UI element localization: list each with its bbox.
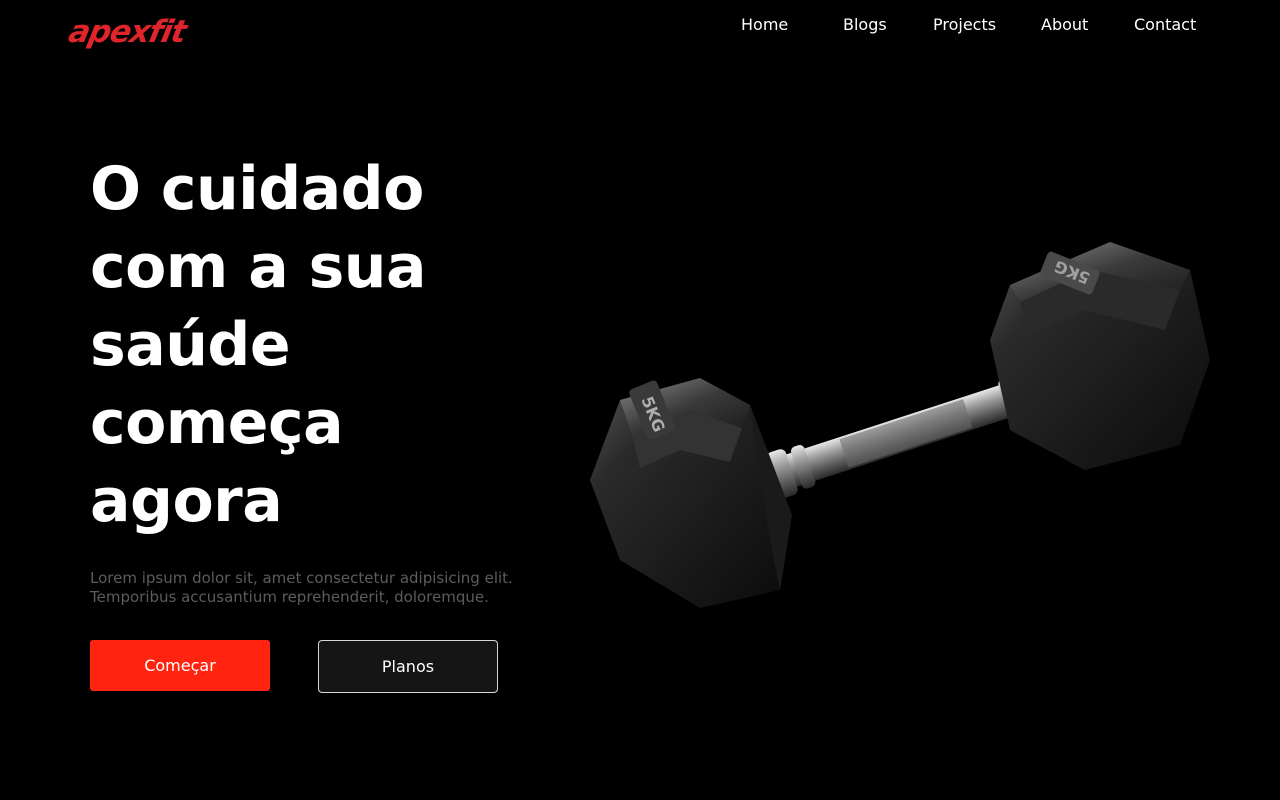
hero-subtitle-line1: Lorem ipsum dolor sit, amet consectetur … xyxy=(90,569,513,587)
nav-contact-link[interactable]: Contact xyxy=(1134,15,1196,35)
landing-page: apexfit Home Blogs Projects About Contac… xyxy=(0,0,1280,800)
nav-home-link[interactable]: Home xyxy=(741,15,788,35)
nav-blogs-link[interactable]: Blogs xyxy=(843,15,887,35)
nav-projects-link[interactable]: Projects xyxy=(933,15,996,35)
hero-subtitle-line2: Temporibus accusantium reprehenderit, do… xyxy=(90,588,489,606)
start-button[interactable]: Começar xyxy=(90,640,270,691)
dumbbell-image: 5KG 5KG xyxy=(580,230,1230,620)
hero-subtitle: Lorem ipsum dolor sit, amet consectetur … xyxy=(90,569,570,607)
nav-about-link[interactable]: About xyxy=(1041,15,1088,35)
plans-button[interactable]: Planos xyxy=(318,640,498,693)
hero-title: O cuidado com a sua saúde começa agora xyxy=(90,154,427,536)
main-nav: Home Blogs Projects About Contact xyxy=(0,0,1280,50)
